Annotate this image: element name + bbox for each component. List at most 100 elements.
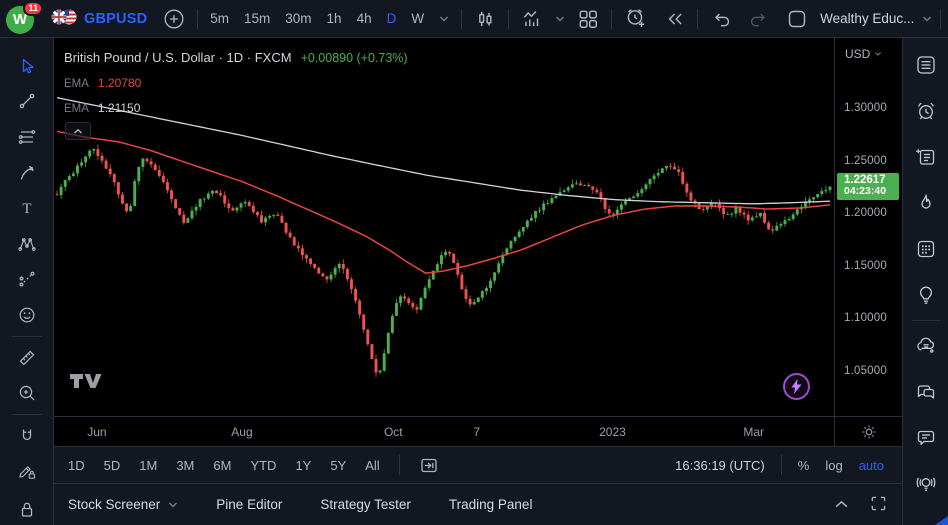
interval-1d-active[interactable]: D xyxy=(387,11,397,26)
bar-countdown: 04:23:40 xyxy=(844,186,899,198)
zoom-in-tool-button[interactable] xyxy=(8,375,46,411)
utc-clock[interactable]: 16:36:19 (UTC) xyxy=(675,458,765,473)
tab-label: Strategy Tester xyxy=(320,497,411,512)
hotlists-flame-button[interactable] xyxy=(906,180,946,226)
forecast-tool-button[interactable] xyxy=(8,262,46,298)
compare-add-symbol-button[interactable] xyxy=(159,4,189,34)
tab-pine-editor[interactable]: Pine Editor xyxy=(216,497,282,512)
tab-strategy-tester[interactable]: Strategy Tester xyxy=(320,497,411,512)
news-button[interactable] xyxy=(906,134,946,180)
range-5d-button[interactable]: 5D xyxy=(104,458,121,473)
legend-collapse-button[interactable] xyxy=(65,122,91,140)
right-sidebar xyxy=(902,38,948,525)
tab-trading-panel[interactable]: Trading Panel xyxy=(449,497,533,512)
interval-1h[interactable]: 1h xyxy=(327,11,342,26)
chart-footer-toolbar: 1D 5D 1M 3M 6M YTD 1Y 5Y All 16:36:19 (U… xyxy=(54,446,902,483)
measure-tool-button[interactable] xyxy=(8,340,46,376)
account-logo[interactable]: W 11 xyxy=(6,4,36,34)
interval-1w[interactable]: W xyxy=(411,11,424,26)
alerts-button[interactable] xyxy=(906,88,946,134)
bottom-panel: Stock Screener Pine Editor Strategy Test… xyxy=(54,483,902,525)
symbol-name: GBPUSD xyxy=(84,11,147,27)
save-layout-button[interactable] xyxy=(782,4,812,34)
fib-retracement-tool-button[interactable] xyxy=(8,119,46,155)
price-tick-label: 1.15000 xyxy=(844,260,887,272)
group-chats-button[interactable] xyxy=(906,369,946,415)
interval-4h[interactable]: 4h xyxy=(357,11,372,26)
interval-chevron-down-icon[interactable] xyxy=(439,15,449,23)
log-scale-button[interactable]: log xyxy=(825,458,842,473)
redo-button[interactable] xyxy=(744,4,774,34)
range-ytd-button[interactable]: YTD xyxy=(250,458,276,473)
create-alert-button[interactable] xyxy=(620,3,651,34)
ideas-lightbulb-button[interactable] xyxy=(906,272,946,318)
range-1y-button[interactable]: 1Y xyxy=(295,458,311,473)
interval-15m[interactable]: 15m xyxy=(244,11,270,26)
undo-button[interactable] xyxy=(706,4,736,34)
chart-column: British Pound / U.S. Dollar · 1D · FXCM … xyxy=(54,38,902,525)
interval-30m[interactable]: 30m xyxy=(285,11,311,26)
chart-style-candles-button[interactable] xyxy=(470,4,500,34)
tab-stock-screener[interactable]: Stock Screener xyxy=(68,497,178,512)
toolbar-divider xyxy=(461,9,462,29)
svg-text:T: T xyxy=(22,201,31,217)
price-axis[interactable]: USD 1.22617 04:23:40 1.300001.250001.200… xyxy=(834,38,902,416)
toolbar-divider xyxy=(940,9,941,29)
emoji-tool-button[interactable] xyxy=(8,297,46,333)
layout-grid-button[interactable] xyxy=(573,4,603,34)
sidebar-divider xyxy=(912,320,940,321)
lock-all-drawings-button[interactable] xyxy=(8,489,46,525)
symbol-legend-row[interactable]: British Pound / U.S. Dollar · 1D · FXCM … xyxy=(64,50,408,65)
time-axis-label: Aug xyxy=(231,425,252,439)
indicators-button[interactable] xyxy=(517,4,547,34)
percent-scale-button[interactable]: % xyxy=(798,458,810,473)
symbol-button[interactable]: GBPUSD xyxy=(46,4,151,33)
axis-settings-corner[interactable] xyxy=(834,417,902,446)
range-5y-button[interactable]: 5Y xyxy=(330,458,346,473)
chart-plot[interactable]: British Pound / U.S. Dollar · 1D · FXCM … xyxy=(54,38,834,416)
toolbar-divider xyxy=(12,336,42,337)
brush-tool-button[interactable] xyxy=(8,155,46,191)
price-tick-label: 1.10000 xyxy=(844,312,887,324)
top-toolbar: W 11 xyxy=(0,0,948,38)
price-change: +0.00890 (+0.73%) xyxy=(301,51,408,65)
range-1d-button[interactable]: 1D xyxy=(68,458,85,473)
range-6m-button[interactable]: 6M xyxy=(213,458,231,473)
tab-label: Stock Screener xyxy=(68,497,160,512)
range-1m-button[interactable]: 1M xyxy=(139,458,157,473)
panel-expand-chevron-up-icon[interactable] xyxy=(834,497,849,512)
time-axis-label: Mar xyxy=(743,425,764,439)
watchlist-button[interactable] xyxy=(906,42,946,88)
trend-line-tool-button[interactable] xyxy=(8,84,46,120)
ema-fast-legend-row[interactable]: EMA 1.20780 xyxy=(64,76,408,90)
time-axis-label: Jun xyxy=(87,425,106,439)
xabcd-pattern-tool-button[interactable] xyxy=(8,226,46,262)
auto-scale-button[interactable]: auto xyxy=(859,458,884,473)
layout-chevron-down-icon[interactable] xyxy=(922,15,932,23)
panel-fullscreen-icon[interactable] xyxy=(869,494,888,516)
workspace: T xyxy=(0,38,948,525)
interval-5m[interactable]: 5m xyxy=(210,11,229,26)
bar-replay-button[interactable] xyxy=(659,4,689,34)
instant-trading-lightning-button[interactable] xyxy=(783,373,810,400)
chat-button[interactable] xyxy=(906,415,946,461)
price-axis-currency[interactable]: USD xyxy=(845,47,882,61)
magnet-mode-button[interactable] xyxy=(8,418,46,454)
currency-pair-flags-icon xyxy=(50,8,78,29)
cursor-tool-button[interactable] xyxy=(8,48,46,84)
drawing-mode-lock-button[interactable] xyxy=(8,454,46,490)
toolbar-divider xyxy=(611,9,612,29)
layout-name[interactable]: Wealthy Educ... xyxy=(820,11,914,26)
chart-legend: British Pound / U.S. Dollar · 1D · FXCM … xyxy=(64,50,408,115)
range-3m-button[interactable]: 3M xyxy=(176,458,194,473)
go-to-date-button[interactable] xyxy=(419,455,439,475)
ema-slow-legend-row[interactable]: EMA 1.21150 xyxy=(64,101,408,115)
time-axis[interactable]: JunAugOct72023Mar xyxy=(54,417,834,446)
text-tool-button[interactable]: T xyxy=(8,190,46,226)
time-axis-label: 7 xyxy=(473,425,480,439)
economic-calendar-button[interactable] xyxy=(906,226,946,272)
range-all-button[interactable]: All xyxy=(365,458,379,473)
indicators-chevron-down-icon[interactable] xyxy=(555,15,565,23)
streams-button[interactable] xyxy=(906,461,946,507)
minds-button[interactable] xyxy=(906,323,946,369)
